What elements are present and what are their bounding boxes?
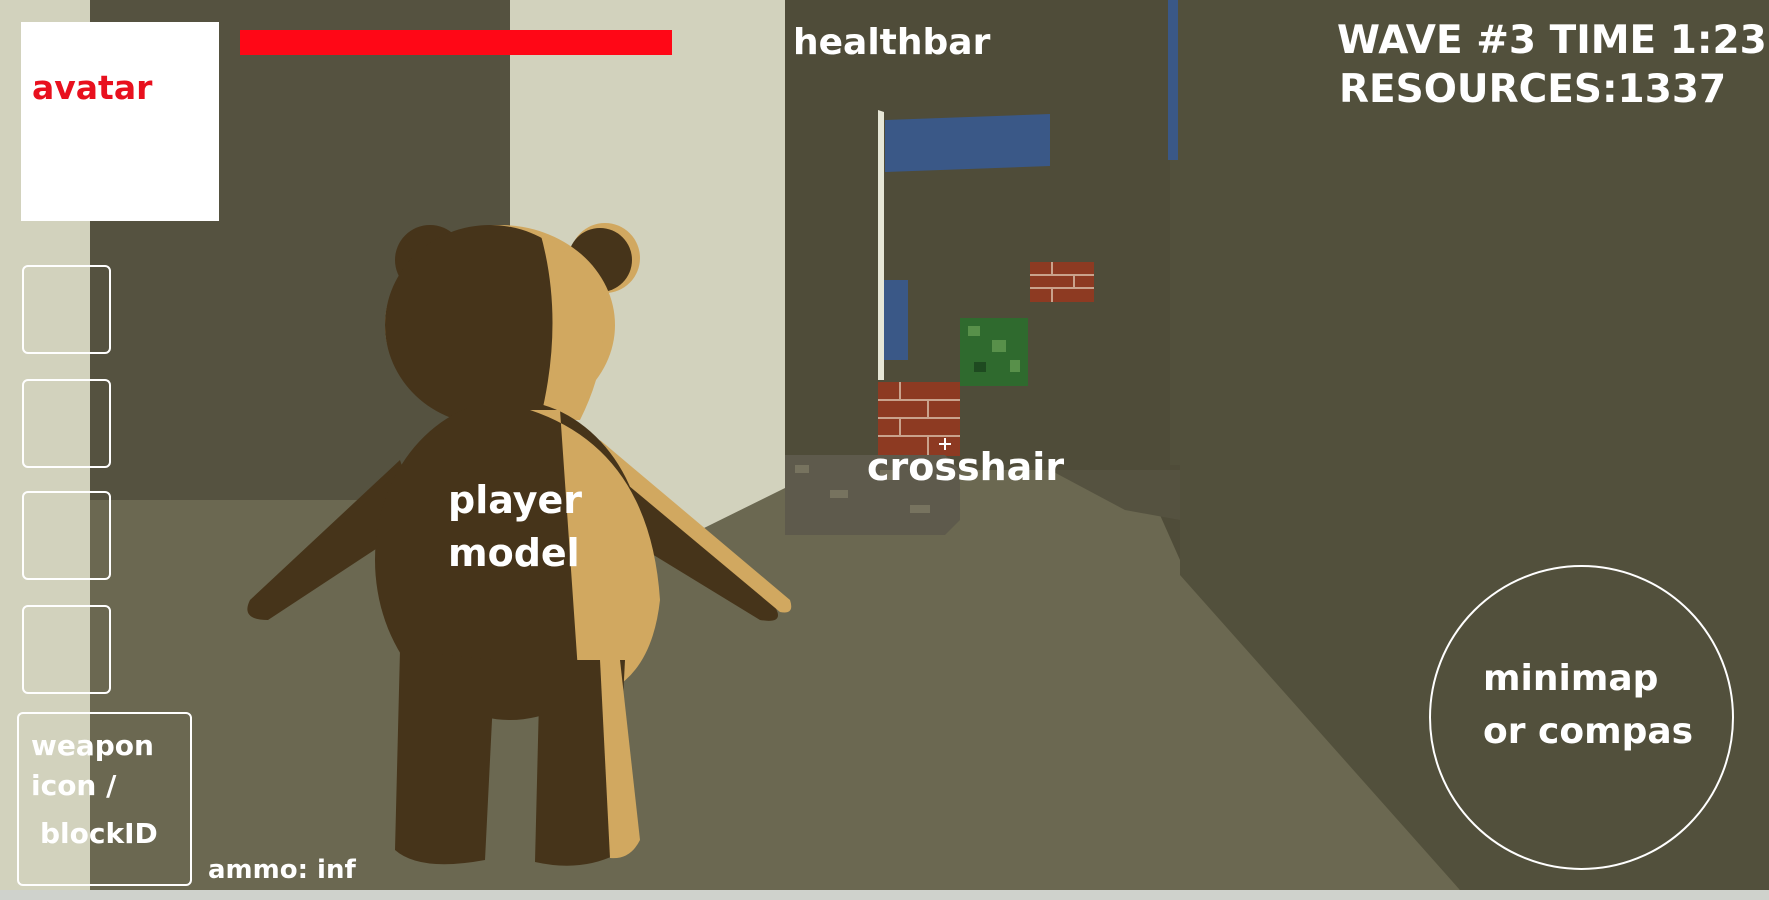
player-model-label-line-2: model [448, 531, 580, 575]
weapon-label-line-3: blockID [40, 817, 158, 850]
crosshair-label: crosshair [867, 445, 1065, 489]
blue-panel [884, 280, 908, 360]
inventory-slot-4[interactable] [22, 605, 111, 694]
pole [878, 110, 884, 380]
minimap-label-line-2: or compas [1483, 711, 1694, 752]
player-model-label-line-1: player [448, 478, 582, 522]
avatar-label: avatar [32, 68, 153, 107]
healthbar-label: healthbar [793, 22, 991, 63]
weapon-slot[interactable]: weapon icon / blockID [17, 712, 192, 886]
resources-counter: RESOURCES:1337 [1339, 67, 1727, 112]
inventory-slot-1[interactable] [22, 265, 111, 354]
pillar-side [785, 0, 880, 488]
inventory-slot-3[interactable] [22, 491, 111, 580]
minimap-label-line-1: minimap [1483, 658, 1659, 699]
inventory-slot-2[interactable] [22, 379, 111, 468]
weapon-label-line-1: weapon [31, 729, 154, 762]
weapon-label-line-2: icon / [31, 769, 117, 802]
brick-block-small [1030, 262, 1094, 302]
healthbar [240, 30, 672, 55]
wave-timer: WAVE #3 TIME 1:23 [1337, 18, 1767, 63]
avatar[interactable]: avatar [21, 22, 219, 221]
ammo-counter: ammo: inf [208, 855, 356, 885]
blue-banner [885, 114, 1050, 172]
right-blue-strip [1168, 0, 1178, 160]
game-viewport[interactable]: avatar healthbar weapon icon / blockID a… [0, 0, 1769, 900]
window-status-strip [0, 890, 1769, 900]
leaf-block [960, 318, 1028, 386]
